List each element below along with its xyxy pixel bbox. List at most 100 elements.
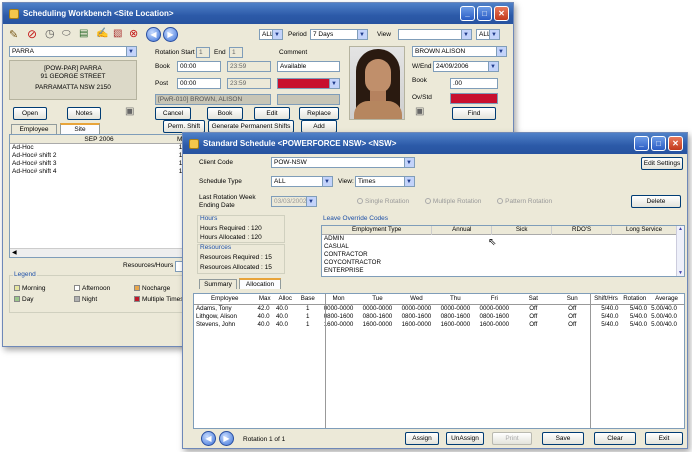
ovstd-field[interactable] [450, 93, 498, 104]
cancel-icon[interactable]: ⊗ [129, 27, 138, 40]
rotation-start-field[interactable]: 1 [196, 47, 210, 58]
day-shift-cell[interactable]: 1600-0000 [475, 320, 514, 328]
leave-code-cell[interactable] [612, 234, 677, 242]
cancel-button[interactable]: Cancel [155, 107, 191, 120]
eraser-icon[interactable]: ⬭ [62, 28, 71, 39]
leave-code-cell[interactable] [552, 234, 612, 242]
last-rotation-date-select[interactable]: 03/03/2002 ▼ [271, 196, 317, 207]
leave-column-header[interactable]: Sick [491, 226, 553, 234]
day-shift-cell[interactable]: 0800-1600 [397, 312, 436, 320]
tab-allocation[interactable]: Allocation [239, 278, 281, 289]
leave-code-cell[interactable] [612, 266, 677, 274]
title-bar[interactable]: Scheduling Workbench <Site Location> _ □… [3, 3, 513, 24]
shift-row[interactable]: Ad-Hoc# shift 310 [10, 160, 188, 168]
schedule-column-header[interactable]: Employee [194, 294, 256, 304]
view-select[interactable]: Times ▼ [355, 176, 415, 187]
schedule-column-header[interactable]: Alloc [274, 294, 297, 304]
summary-column-header[interactable]: Rotation [620, 294, 649, 304]
leave-code-cell[interactable] [432, 258, 492, 266]
period-filter-select[interactable]: ALL ▼ [259, 29, 283, 40]
day-shift-cell[interactable]: Off [553, 304, 592, 312]
multiple-rotation-radio[interactable]: Multiple Rotation [424, 198, 481, 205]
pattern-rotation-radio[interactable]: Pattern Rotation [497, 198, 552, 205]
post-from-field[interactable]: 00:00 [177, 78, 221, 89]
title-bar[interactable]: Standard Schedule <POWERFORCE NSW> <NSW>… [183, 133, 687, 154]
day-column-header[interactable]: Wed [397, 294, 436, 304]
calendar-icon[interactable]: ▤ [79, 28, 88, 39]
leave-row[interactable]: COYCONTRACTOR [322, 258, 677, 266]
edit-button[interactable]: Edit [254, 107, 290, 120]
next-rotation-icon[interactable]: ▶ [219, 431, 234, 446]
clear-button[interactable]: Clear [594, 432, 636, 445]
find-button[interactable]: Find [452, 107, 496, 120]
replace-button[interactable]: Replace [299, 107, 339, 120]
single-rotation-radio[interactable]: Single Rotation [357, 198, 409, 205]
leave-code-cell[interactable] [612, 250, 677, 258]
book-from-field[interactable]: 00:00 [177, 61, 221, 72]
comment-field[interactable]: Available [277, 61, 340, 72]
summary-column-header[interactable]: Average [649, 294, 684, 304]
scroll-up-icon[interactable]: ▲ [678, 226, 683, 232]
schedule-type-select[interactable]: ALL ▼ [271, 176, 333, 187]
leave-scrollbar[interactable]: ▲ ▼ [676, 226, 684, 276]
delete-button[interactable]: Delete [631, 195, 681, 208]
forward-arrow-icon[interactable]: ▶ [163, 27, 178, 42]
assign-button[interactable]: Assign [405, 432, 439, 445]
day-shift-cell[interactable]: 0800-1600 [358, 312, 397, 320]
day-shift-cell[interactable]: 0000-0000 [358, 304, 397, 312]
status-color-select[interactable]: ▼ [277, 78, 340, 89]
pencil-icon[interactable]: ✎ [9, 28, 18, 41]
leave-row[interactable]: CASUAL [322, 242, 677, 250]
schedule-column-header[interactable]: Max [256, 294, 274, 304]
book-button[interactable]: Book [207, 107, 243, 120]
leave-column-header[interactable]: RDO'S [551, 226, 613, 234]
day-shift-cell[interactable]: 0000-0000 [397, 304, 436, 312]
end-field[interactable]: 1 [229, 47, 243, 58]
day-shift-cell[interactable]: 0000-0000 [475, 304, 514, 312]
clock-icon[interactable]: ◷ [45, 27, 55, 40]
schedule-row[interactable]: Stevens, John 40.0 40.0 1 1600-0000 1600-0000… [194, 320, 684, 328]
day-column-header[interactable]: Tue [358, 294, 397, 304]
leave-code-cell[interactable] [552, 266, 612, 274]
tab-employee[interactable]: Employee [11, 124, 57, 134]
employee-select[interactable]: BROWN ALISON ▼ [412, 46, 507, 57]
minimize-button[interactable]: _ [460, 6, 475, 21]
leave-row[interactable]: ADMIN [322, 234, 677, 242]
unassign-button[interactable]: UnAssign [446, 432, 484, 445]
grid-scrollbar[interactable]: ◀ [10, 248, 188, 257]
day-shift-cell[interactable]: 0800-1600 [475, 312, 514, 320]
day-shift-cell[interactable]: 1600-0000 [397, 320, 436, 328]
print-button[interactable]: Print [492, 432, 532, 445]
leave-code-cell[interactable] [432, 234, 492, 242]
day-shift-cell[interactable]: Off [553, 312, 592, 320]
close-button[interactable]: ✕ [494, 6, 509, 21]
summary-column-header[interactable]: Shift/Hrs [592, 294, 621, 304]
employee-book-field[interactable]: .00 [450, 78, 498, 89]
exit-button[interactable]: Exit [645, 432, 683, 445]
leave-column-header[interactable]: Employment Type [322, 226, 433, 234]
day-shift-cell[interactable]: 0000-0000 [436, 304, 475, 312]
scroll-down-icon[interactable]: ▼ [678, 270, 683, 276]
leave-column-header[interactable]: Annual [431, 226, 493, 234]
view-filter-select[interactable]: ALL ▼ [476, 29, 500, 40]
leave-code-cell[interactable] [432, 266, 492, 274]
day-shift-cell[interactable]: Off [553, 320, 592, 328]
close-button[interactable]: ✕ [668, 136, 683, 151]
view-select[interactable]: ▼ [398, 29, 472, 40]
shift-row[interactable]: Ad-Hoc10 [10, 144, 188, 152]
day-column-header[interactable]: Fri [475, 294, 514, 304]
leave-code-cell[interactable] [432, 242, 492, 250]
schedule-row[interactable]: Lithgow, Alison 40.0 40.0 1 0800-1600 0800-16… [194, 312, 684, 320]
leave-code-cell[interactable] [612, 258, 677, 266]
book-to-field[interactable]: 23:59 [227, 61, 271, 72]
maximize-button[interactable]: □ [651, 136, 666, 151]
leave-code-cell[interactable] [552, 250, 612, 258]
day-shift-cell[interactable]: Off [514, 304, 553, 312]
day-shift-cell[interactable]: 0800-1600 [436, 312, 475, 320]
maximize-button[interactable]: □ [477, 6, 492, 21]
day-shift-cell[interactable]: Off [514, 320, 553, 328]
leave-row[interactable]: CONTRACTOR [322, 250, 677, 258]
leave-column-header[interactable]: Long Service [611, 226, 677, 234]
client-code-select[interactable]: POW-NSW ▼ [271, 157, 415, 168]
save-button[interactable]: Save [542, 432, 584, 445]
